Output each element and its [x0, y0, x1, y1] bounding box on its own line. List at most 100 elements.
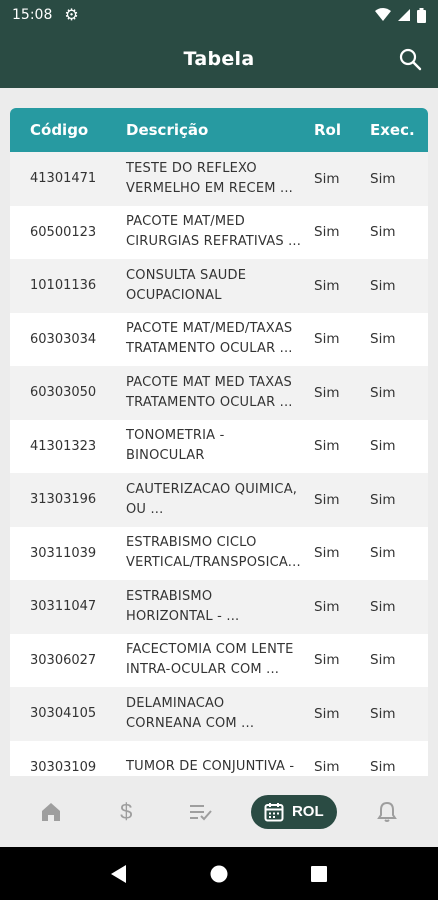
recents-icon[interactable]: [310, 865, 327, 882]
header-exec[interactable]: Exec.: [370, 121, 428, 139]
system-nav-bar: [0, 847, 438, 900]
status-bar: 15:08 ⚙: [0, 0, 438, 30]
cell-description: TUMOR DE CONJUNTIVA -: [126, 757, 312, 776]
table-row[interactable]: 60303034 PACOTE MAT/MED/TAXAS TRATAMENTO O…: [10, 312, 428, 366]
cell-description: CAUTERIZACAO QUIMICA, OU ...: [126, 480, 312, 520]
cell-rol: Sim: [314, 652, 340, 669]
cell-description-line1: ESTRABISMO: [126, 588, 213, 604]
cell-description-line2: TRATAMENTO OCULAR ...: [126, 341, 293, 357]
cell-rol: Sim: [314, 438, 340, 455]
cell-description-line1: ESTRABISMO CICLO: [126, 535, 257, 551]
cell-rol: Sim: [314, 331, 340, 348]
nav-finance[interactable]: $: [101, 792, 151, 832]
checklist-icon: [189, 804, 212, 820]
procedures-table: Código Descrição Rol Exec. 41301471 TESTE…: [10, 108, 428, 776]
cell-code: 30311047: [30, 599, 97, 615]
signal-icon: [398, 9, 410, 21]
cell-description-line1: PACOTE MAT/MED/TAXAS: [126, 321, 293, 337]
nav-rol-label: ROL: [291, 803, 324, 820]
app-bar: Tabela: [0, 30, 438, 88]
cell-code: 30306027: [30, 652, 97, 668]
cell-exec: Sim: [370, 598, 396, 615]
table-row[interactable]: 30304105 DELAMINACAO CORNEANA COM ... Sim Si…: [10, 687, 428, 741]
cell-rol: Sim: [314, 598, 340, 615]
cell-description: TONOMETRIA - BINOCULAR: [126, 426, 312, 466]
cell-description-line1: TONOMETRIA -: [126, 428, 225, 444]
cell-description-line1: TUMOR DE CONJUNTIVA -: [126, 759, 295, 775]
cell-rol: Sim: [314, 277, 340, 294]
nav-notifications[interactable]: [362, 792, 412, 832]
table-row[interactable]: 10101136 CONSULTA SAUDE OCUPACIONAL Sim Sim: [10, 259, 428, 313]
table-header: Código Descrição Rol Exec.: [10, 108, 428, 152]
cell-description-line1: PACOTE MAT/MED: [126, 214, 245, 230]
table-row[interactable]: 60303050 PACOTE MAT MED TAXAS TRATAMENTO O…: [10, 366, 428, 420]
back-icon[interactable]: [111, 864, 127, 883]
table-row[interactable]: 30311047 ESTRABISMO HORIZONTAL - ... Sim Sim: [10, 580, 428, 634]
calendar-icon: [264, 802, 284, 821]
cell-description-line1: FACECTOMIA COM LENTE: [126, 642, 294, 658]
cell-rol: Sim: [314, 545, 340, 562]
cell-description-line2: BINOCULAR: [126, 448, 205, 464]
cell-description-line2: VERTICAL/TRANSPOSICA...: [126, 555, 301, 571]
wifi-icon: [375, 8, 391, 21]
cell-description-line1: CONSULTA SAUDE: [126, 267, 247, 283]
cell-exec: Sim: [370, 759, 396, 776]
header-description[interactable]: Descrição: [126, 121, 312, 139]
settings-gear-icon: ⚙: [64, 7, 79, 24]
header-code[interactable]: Código: [10, 121, 126, 139]
table-row[interactable]: 30303109 TUMOR DE CONJUNTIVA - Sim Sim: [10, 740, 428, 776]
battery-icon: [417, 7, 426, 23]
content-area[interactable]: Código Descrição Rol Exec. 41301471 TESTE…: [0, 88, 438, 776]
table-row[interactable]: 30306027 FACECTOMIA COM LENTE INTRA-OCULAR…: [10, 633, 428, 687]
cell-code: 30304105: [30, 706, 97, 722]
table-body: 41301471 TESTE DO REFLEXO VERMELHO EM RECE…: [10, 152, 428, 776]
cell-code: 31303196: [30, 492, 97, 508]
cell-description-line1: CAUTERIZACAO QUIMICA,: [126, 481, 298, 497]
cell-exec: Sim: [370, 652, 396, 669]
cell-exec: Sim: [370, 277, 396, 294]
cell-code: 41301471: [30, 171, 97, 187]
cell-rol: Sim: [314, 384, 340, 401]
cell-rol: Sim: [314, 705, 340, 722]
nav-checklist[interactable]: [176, 792, 226, 832]
cell-rol: Sim: [314, 170, 340, 187]
cell-description: DELAMINACAO CORNEANA COM ...: [126, 694, 312, 734]
table-row[interactable]: 41301323 TONOMETRIA - BINOCULAR Sim Sim: [10, 419, 428, 473]
cell-description-line2: HORIZONTAL - ...: [126, 608, 240, 624]
cell-rol: Sim: [314, 491, 340, 508]
cell-exec: Sim: [370, 705, 396, 722]
cell-description-line2: CIRURGIAS REFRATIVAS ...: [126, 234, 302, 250]
search-icon[interactable]: [398, 47, 422, 71]
cell-description-line1: PACOTE MAT MED TAXAS: [126, 374, 292, 390]
cell-exec: Sim: [370, 545, 396, 562]
cell-exec: Sim: [370, 224, 396, 241]
cell-rol: Sim: [314, 224, 340, 241]
cell-description: PACOTE MAT/MED CIRURGIAS REFRATIVAS ...: [126, 212, 312, 252]
cell-description-line2: VERMELHO EM RECEM ...: [126, 180, 293, 196]
cell-description: PACOTE MAT MED TAXAS TRATAMENTO OCULAR ..…: [126, 373, 312, 413]
cell-description: PACOTE MAT/MED/TAXAS TRATAMENTO OCULAR ..…: [126, 319, 312, 359]
home-circle-icon[interactable]: [210, 865, 228, 883]
nav-rol[interactable]: ROL: [250, 794, 337, 829]
dollar-icon: $: [120, 798, 133, 824]
cell-code: 10101136: [30, 278, 97, 294]
cell-code: 60303050: [30, 385, 97, 401]
cell-code: 30303109: [30, 759, 97, 775]
cell-code: 60303034: [30, 331, 97, 347]
cell-exec: Sim: [370, 491, 396, 508]
table-row[interactable]: 41301471 TESTE DO REFLEXO VERMELHO EM RECE…: [10, 152, 428, 206]
cell-description-line2: TRATAMENTO OCULAR ...: [126, 394, 293, 410]
table-row[interactable]: 31303196 CAUTERIZACAO QUIMICA, OU ... Sim Si…: [10, 473, 428, 527]
table-row[interactable]: 60500123 PACOTE MAT/MED CIRURGIAS REFRATIV…: [10, 205, 428, 259]
nav-home[interactable]: [26, 792, 76, 832]
cell-description-line1: DELAMINACAO: [126, 695, 225, 711]
cell-description-line2: OU ...: [126, 501, 164, 517]
cell-description: ESTRABISMO CICLO VERTICAL/TRANSPOSICA...: [126, 533, 312, 573]
cell-code: 60500123: [30, 224, 97, 240]
status-time: 15:08: [12, 7, 53, 23]
cell-description-line2: INTRA-OCULAR COM ...: [126, 662, 280, 678]
table-row[interactable]: 30311039 ESTRABISMO CICLO VERTICAL/TRANSPO…: [10, 526, 428, 580]
cell-description-line2: CORNEANA COM ...: [126, 715, 255, 731]
header-rol[interactable]: Rol: [312, 121, 370, 139]
home-icon: [42, 802, 61, 821]
